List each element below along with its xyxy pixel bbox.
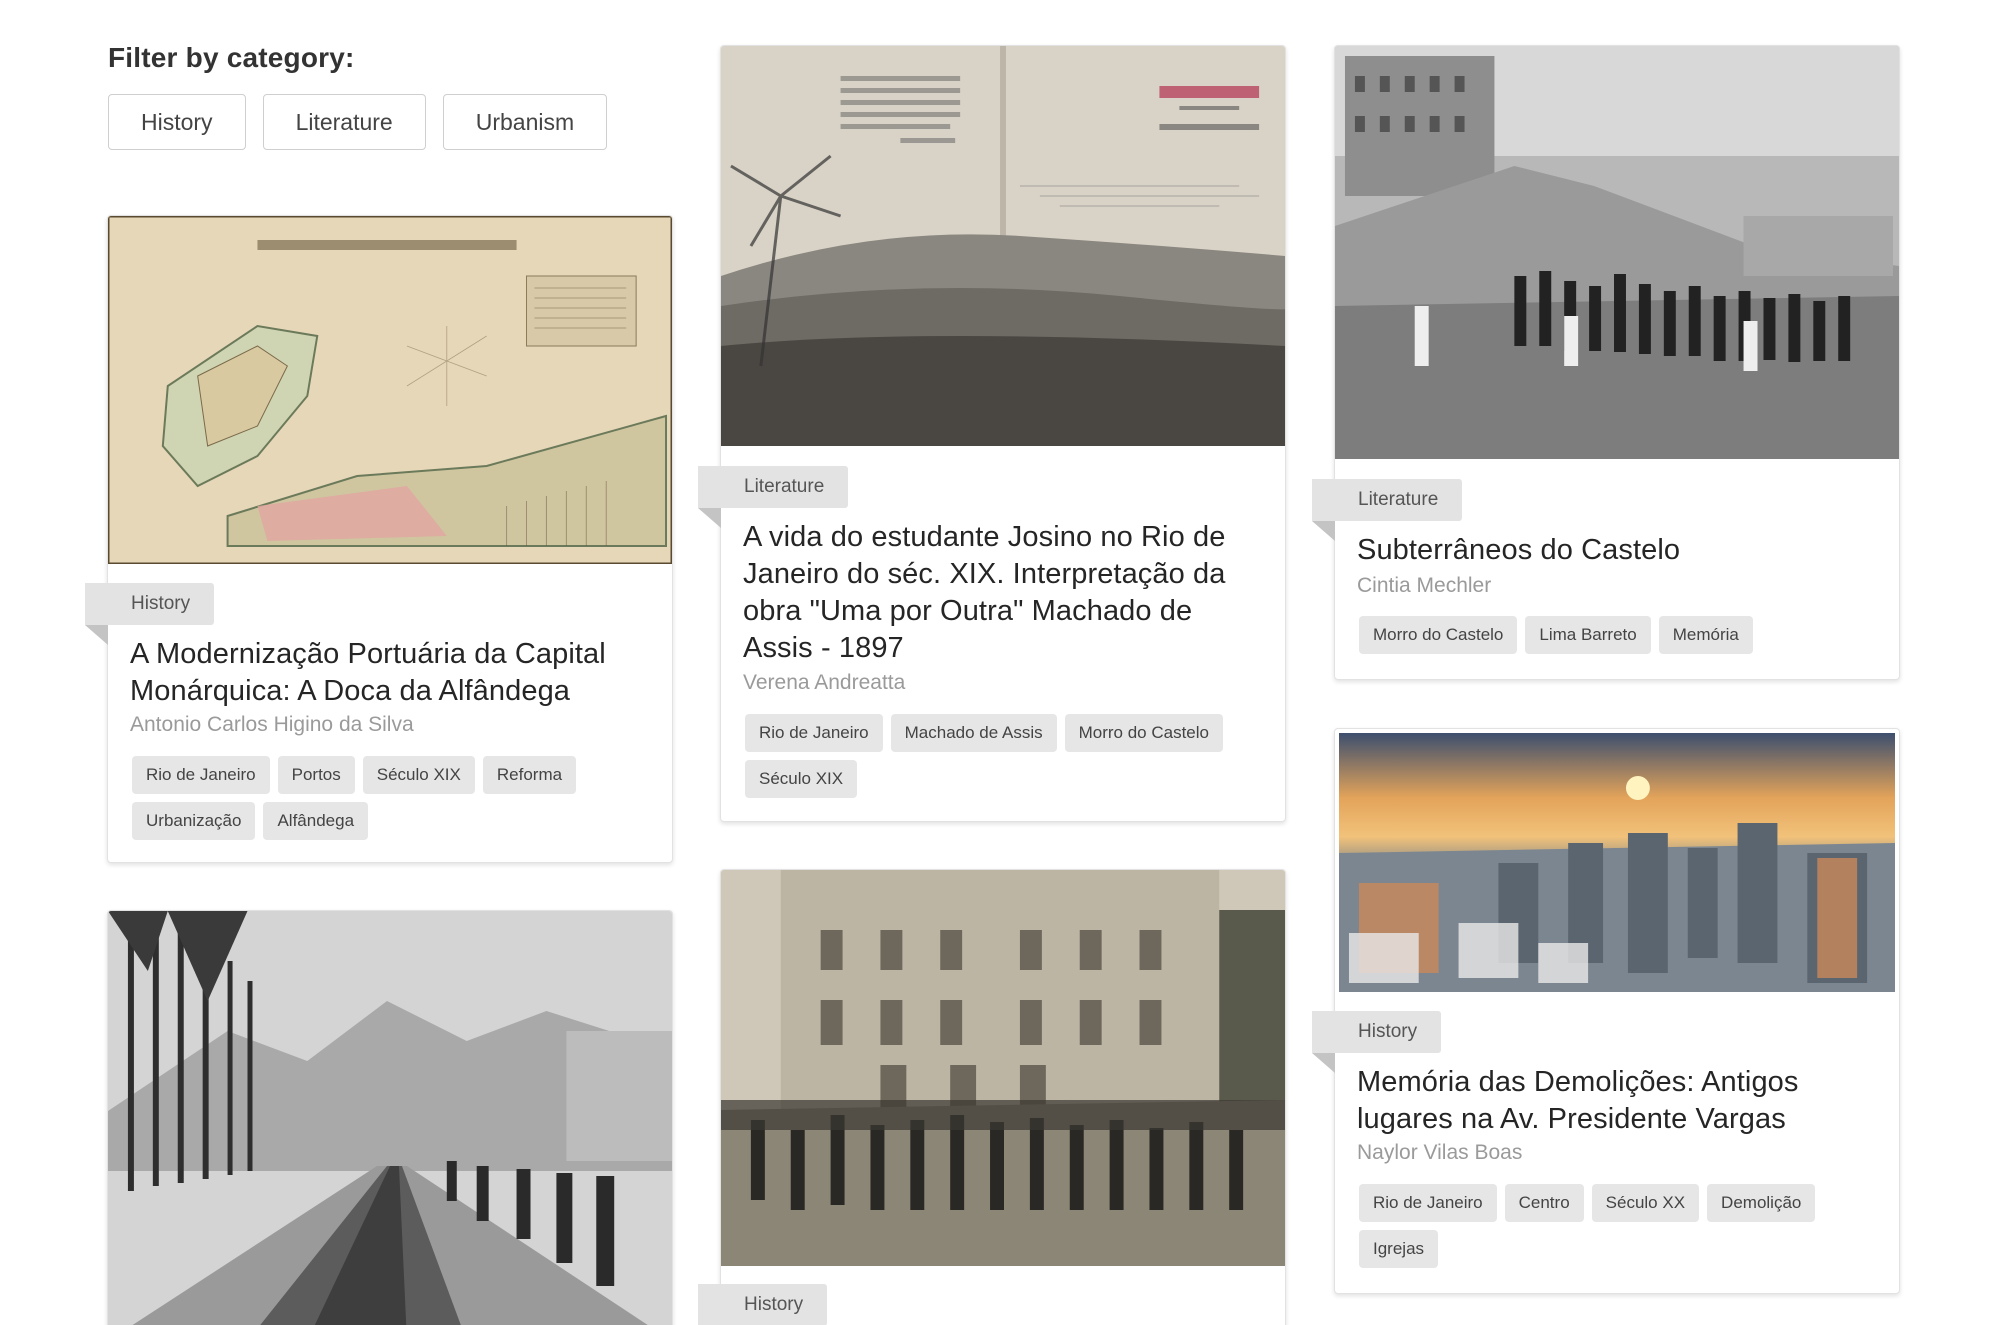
article-card[interactable]: History Memória das Demolições: Antigos … (1312, 728, 1900, 1294)
card-author: Verena Andreatta (743, 671, 906, 694)
keyword-tag[interactable]: Morro do Castelo (1359, 616, 1518, 654)
filter-history-button[interactable]: History (108, 94, 246, 150)
keyword-tag[interactable]: Rio de Janeiro (745, 714, 883, 752)
keyword-list: Rio de Janeiro Machado de Assis Morro do… (745, 714, 1265, 798)
category-tag[interactable]: Literature (698, 466, 849, 528)
keyword-tag[interactable]: Reforma (482, 756, 577, 794)
historic-photo-image (1335, 46, 1899, 459)
keyword-tag[interactable]: Demolição (1707, 1184, 1816, 1222)
card-author: Cintia Mechler (1357, 574, 1492, 597)
card-author: Naylor Vilas Boas (1357, 1141, 1523, 1164)
filter-bar: History Literature Urbanism (108, 94, 608, 150)
card-title[interactable]: Subterrâneos do Castelo (1357, 532, 1873, 569)
article-card[interactable]: History (698, 869, 1286, 1325)
category-tag[interactable]: History (85, 583, 215, 645)
map-image (108, 216, 672, 564)
canal-photo-image (108, 911, 672, 1325)
keyword-tag[interactable]: Rio de Janeiro (1359, 1184, 1497, 1222)
keyword-list: Morro do Castelo Lima Barreto Memória (1359, 616, 1879, 654)
category-tag[interactable]: History (1312, 1011, 1442, 1073)
keyword-tag[interactable]: Século XIX (745, 760, 858, 798)
keyword-tag[interactable]: Machado de Assis (890, 714, 1057, 752)
aerial-city-image (1335, 729, 1899, 992)
keyword-tag[interactable]: Urbanização (132, 802, 256, 840)
book-cover-image (721, 46, 1285, 446)
category-tag[interactable]: History (698, 1284, 828, 1325)
keyword-tag[interactable]: Século XX (1591, 1184, 1700, 1222)
keyword-list: Rio de Janeiro Centro Século XX Demoliçã… (1359, 1184, 1879, 1268)
card-title[interactable]: A Modernização Portuária da Capital Moná… (130, 636, 646, 710)
article-card[interactable]: Literature Subterrâneos do Castelo Cinti… (1312, 45, 1900, 680)
article-card[interactable] (107, 910, 673, 1325)
article-card[interactable]: History A Modernização Portuária da Capi… (85, 215, 673, 863)
crowd-photo-image (721, 870, 1285, 1266)
keyword-tag[interactable]: Memória (1658, 616, 1753, 654)
keyword-tag[interactable]: Centro (1504, 1184, 1584, 1222)
article-card[interactable]: Literature A vida do estudante Josino no… (698, 45, 1286, 822)
category-tag[interactable]: Literature (1312, 479, 1463, 541)
keyword-tag[interactable]: Alfândega (263, 802, 369, 840)
filter-literature-button[interactable]: Literature (262, 94, 426, 150)
card-author: Antonio Carlos Higino da Silva (130, 713, 414, 736)
keyword-tag[interactable]: Portos (277, 756, 355, 794)
keyword-tag[interactable]: Século XIX (362, 756, 475, 794)
card-title[interactable]: Memória das Demolições: Antigos lugares … (1357, 1064, 1873, 1138)
keyword-tag[interactable]: Igrejas (1359, 1230, 1439, 1268)
keyword-tag[interactable]: Rio de Janeiro (132, 756, 270, 794)
keyword-list: Rio de Janeiro Portos Século XIX Reforma… (132, 756, 652, 840)
filter-title: Filter by category: (108, 42, 355, 73)
keyword-tag[interactable]: Lima Barreto (1525, 616, 1651, 654)
filter-urbanism-button[interactable]: Urbanism (442, 94, 608, 150)
card-title[interactable]: A vida do estudante Josino no Rio de Jan… (743, 519, 1259, 667)
keyword-tag[interactable]: Morro do Castelo (1064, 714, 1223, 752)
